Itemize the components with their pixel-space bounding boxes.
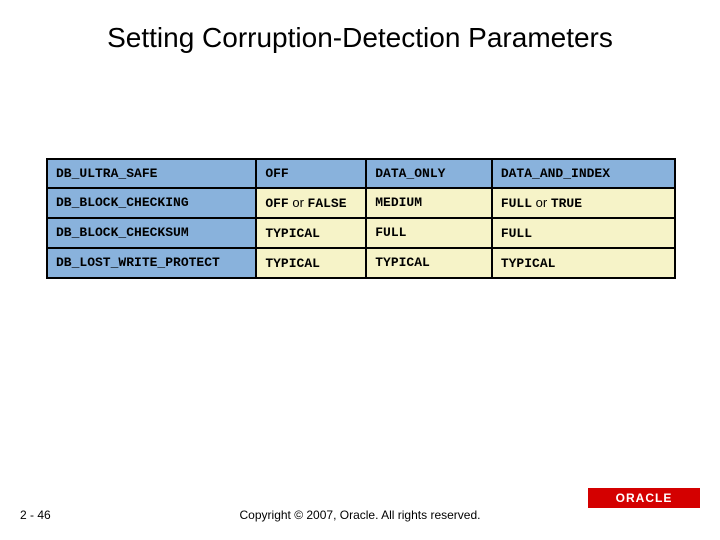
value-text: TRUE [551, 196, 582, 211]
header-param: DB_ULTRA_SAFE [47, 159, 256, 188]
logo-text: ORACLE [616, 491, 673, 505]
cell-value: MEDIUM [366, 188, 492, 218]
value-text: TYPICAL [265, 226, 320, 241]
slide-footer: 2 - 46 Copyright © 2007, Oracle. All rig… [0, 482, 720, 526]
parameters-table-container: DB_ULTRA_SAFE OFF DATA_ONLY DATA_AND_IND… [46, 158, 676, 279]
row-param: DB_LOST_WRITE_PROTECT [47, 248, 256, 278]
table-row: DB_BLOCK_CHECKING OFF or FALSE MEDIUM FU… [47, 188, 675, 218]
cell-value: TYPICAL [492, 248, 675, 278]
value-text: TYPICAL [501, 256, 556, 271]
slide: Setting Corruption-Detection Parameters … [0, 0, 720, 540]
table-row: DB_LOST_WRITE_PROTECT TYPICAL TYPICAL TY… [47, 248, 675, 278]
table-row: DB_BLOCK_CHECKSUM TYPICAL FULL FULL [47, 218, 675, 248]
table-header-row: DB_ULTRA_SAFE OFF DATA_ONLY DATA_AND_IND… [47, 159, 675, 188]
value-text: TYPICAL [265, 256, 320, 271]
oracle-logo: ORACLE [588, 488, 700, 508]
value-text: FULL [501, 196, 532, 211]
header-off: OFF [256, 159, 366, 188]
or-text: or [289, 195, 308, 210]
cell-value: FULL [492, 218, 675, 248]
cell-value: TYPICAL [366, 248, 492, 278]
value-text: FALSE [308, 196, 347, 211]
cell-value: TYPICAL [256, 248, 366, 278]
or-text: or [532, 195, 551, 210]
cell-value: FULL [366, 218, 492, 248]
header-data-only: DATA_ONLY [366, 159, 492, 188]
header-data-and-index: DATA_AND_INDEX [492, 159, 675, 188]
cell-value: FULL or TRUE [492, 188, 675, 218]
row-param: DB_BLOCK_CHECKING [47, 188, 256, 218]
slide-title: Setting Corruption-Detection Parameters [0, 22, 720, 54]
cell-value: TYPICAL [256, 218, 366, 248]
cell-value: OFF or FALSE [256, 188, 366, 218]
copyright-text: Copyright © 2007, Oracle. All rights res… [0, 508, 720, 522]
value-text: FULL [501, 226, 532, 241]
parameters-table: DB_ULTRA_SAFE OFF DATA_ONLY DATA_AND_IND… [46, 158, 676, 279]
value-text: OFF [265, 196, 288, 211]
row-param: DB_BLOCK_CHECKSUM [47, 218, 256, 248]
